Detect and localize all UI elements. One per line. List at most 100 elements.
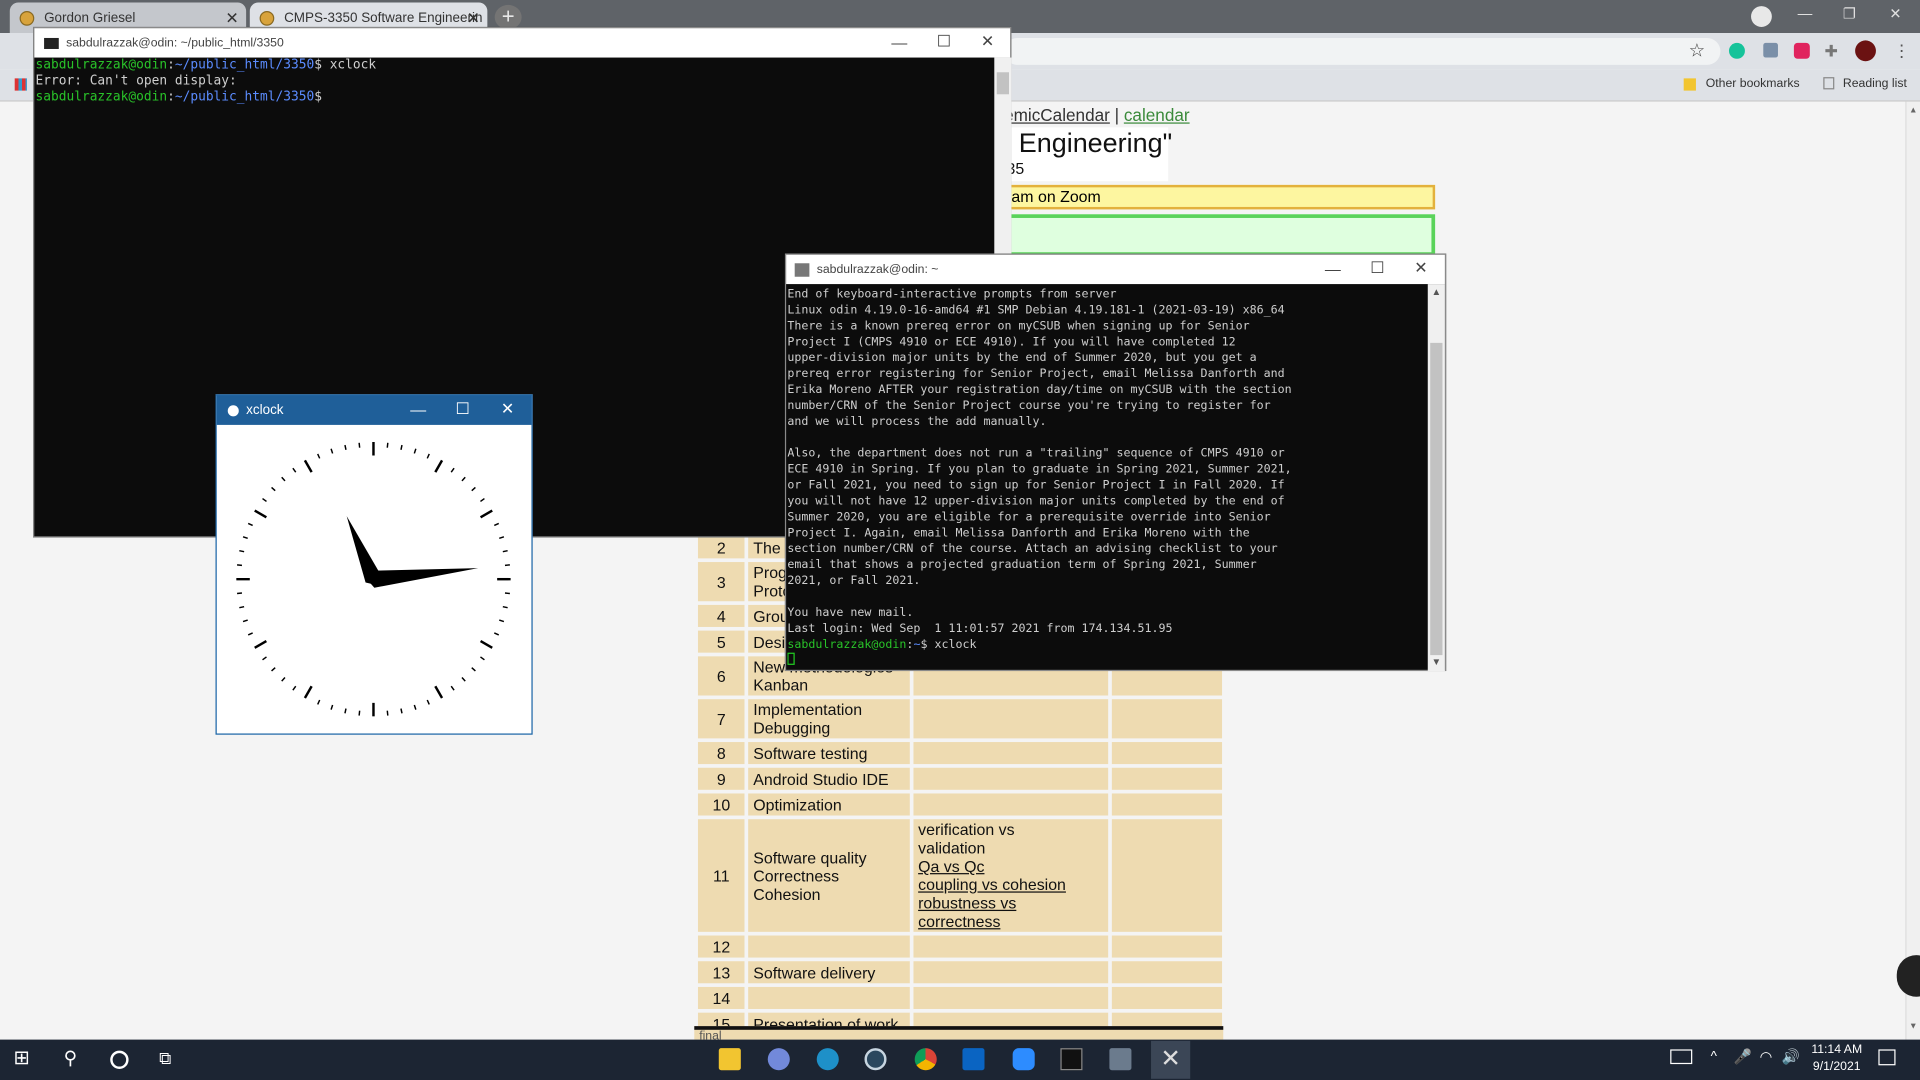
avatar[interactable] (1855, 40, 1876, 62)
terminal-line: Error: Can't open display: (35, 73, 237, 89)
clock-tick (400, 708, 403, 714)
note-text: verification vs (918, 820, 1015, 839)
clock-tick (413, 704, 417, 710)
maximize-icon[interactable]: ☐ (456, 399, 470, 419)
xming-taskbar-icon[interactable]: ✕ (1151, 1040, 1191, 1079)
scroll-thumb[interactable] (1430, 342, 1443, 656)
week-number: 2 (697, 536, 745, 559)
close-icon[interactable]: ✕ (981, 32, 994, 52)
week-topic: Software delivery (748, 961, 910, 984)
outlook-icon[interactable] (962, 1048, 985, 1071)
windows-start-icon[interactable]: ⊞ (13, 1046, 35, 1069)
week-notes (913, 767, 1108, 790)
close-icon[interactable]: ✕ (1414, 258, 1427, 278)
steam-icon[interactable] (864, 1048, 887, 1071)
keyboard-icon[interactable] (1670, 1049, 1693, 1065)
cortana-icon[interactable] (110, 1050, 129, 1069)
notifications-icon[interactable] (1878, 1049, 1896, 1066)
putty-scrollbar[interactable]: ▲ ▼ (1427, 284, 1445, 672)
clock-tick (330, 448, 334, 454)
extensions-puzzle-icon[interactable]: ✚ (1825, 42, 1838, 62)
taskbar-clock[interactable]: 11:14 AM 9/1/2021 (1805, 1042, 1869, 1076)
clock-tick (504, 564, 510, 567)
terminal-titlebar[interactable]: sabdulrazzak@odin: ~/public_html/3350 — … (34, 28, 1011, 58)
extension-icon[interactable] (1763, 42, 1778, 58)
clock-tick (493, 632, 500, 636)
week-number: 9 (697, 767, 745, 790)
extension-icon[interactable] (1793, 42, 1810, 59)
minimize-icon[interactable]: — (1325, 260, 1341, 278)
window-title: sabdulrazzak@odin: ~ (816, 262, 939, 277)
clock-tick (317, 699, 321, 705)
file-explorer-icon[interactable] (718, 1048, 741, 1071)
note-link[interactable]: robustness vs correctness (918, 894, 1103, 931)
clock-tick (386, 442, 389, 448)
profile-download-icon[interactable] (1751, 6, 1772, 27)
close-tab-icon[interactable]: ✕ (225, 9, 238, 29)
apps-grid-icon[interactable] (14, 78, 27, 91)
command-text: xclock (329, 57, 377, 73)
terminal-output[interactable]: sabdulrazzak@odin:~/public_html/3350$ xc… (36, 58, 994, 106)
terminal-line: sabdulrazzak@odin:~/public_html/3350$ (35, 89, 322, 105)
maximize-icon[interactable]: ☐ (1370, 258, 1384, 278)
prompt-user: sabdulrazzak@odin (35, 89, 168, 105)
clock-tick (303, 685, 313, 699)
clock-tick (247, 522, 253, 527)
minimize-icon[interactable]: — (1798, 5, 1813, 22)
note-link[interactable]: coupling vs cohesion (918, 876, 1103, 894)
microphone-icon[interactable]: 🎤 (1734, 1048, 1752, 1065)
menu-kebab-icon[interactable]: ⋮ (1893, 40, 1910, 61)
clock-tick (281, 676, 286, 682)
minimize-icon[interactable]: — (891, 33, 907, 51)
putty-taskbar-icon[interactable] (1109, 1048, 1132, 1071)
green-notice-box (1001, 214, 1436, 256)
wifi-icon[interactable]: ◠ (1760, 1048, 1773, 1065)
putty-output[interactable]: End of keyboard-interactive prompts from… (787, 287, 1426, 670)
search-icon[interactable]: ⚲ (64, 1047, 86, 1069)
clock-tick (262, 656, 267, 661)
window-title: sabdulrazzak@odin: ~/public_html/3350 (66, 36, 284, 50)
academic-calendar-link[interactable]: emicCalendar (1004, 105, 1110, 125)
restore-icon[interactable]: ❐ (1843, 5, 1856, 22)
task-view-icon[interactable]: ⧉ (159, 1048, 181, 1070)
table-row: 10 Optimization (697, 793, 1223, 816)
putty-titlebar[interactable]: sabdulrazzak@odin: ~ — ☐ ✕ (786, 254, 1445, 285)
zoom-notice: am on Zoom (1001, 184, 1436, 210)
chrome-icon[interactable] (914, 1048, 937, 1071)
week-number: 4 (697, 604, 745, 627)
reading-list[interactable]: Reading list (1843, 77, 1907, 90)
chevron-up-icon[interactable]: ^ (1711, 1048, 1717, 1065)
calendar-link[interactable]: calendar (1124, 105, 1190, 125)
clock-tick (426, 453, 430, 459)
xclock-titlebar[interactable]: xclock — ☐ ✕ (216, 395, 532, 425)
minimize-icon[interactable]: — (410, 400, 426, 418)
clock-tick (499, 619, 505, 623)
week-extra (1111, 793, 1223, 816)
week-notes (913, 986, 1108, 1009)
close-icon[interactable]: ✕ (501, 399, 514, 419)
clock-tick (386, 710, 389, 716)
week-extra (1111, 935, 1223, 958)
edge-icon[interactable] (816, 1048, 839, 1071)
discord-icon[interactable] (767, 1048, 790, 1071)
volume-icon[interactable]: 🔊 (1782, 1048, 1800, 1065)
maximize-icon[interactable]: ☐ (937, 32, 951, 52)
scroll-thumb[interactable] (996, 72, 1009, 95)
grammarly-extension-icon[interactable] (1728, 42, 1745, 59)
clock-tick (434, 685, 444, 699)
address-bar[interactable] (1004, 37, 1721, 65)
note-link[interactable]: Qa vs Qc (918, 857, 1103, 875)
clock-time: 11:14 AM (1811, 1043, 1863, 1057)
prompt-path: ~/public_html/3350 (174, 57, 315, 73)
header-links: emicCalendar | calendar (1004, 105, 1190, 125)
close-window-icon[interactable]: ✕ (1889, 5, 1901, 22)
site-favicon-icon (19, 10, 35, 26)
new-tab-button[interactable]: + (494, 4, 522, 30)
clock-tick (317, 453, 321, 459)
zoom-icon[interactable] (1012, 1048, 1035, 1071)
bookmark-star-icon[interactable]: ☆ (1689, 39, 1705, 61)
close-tab-icon[interactable]: ✕ (467, 9, 480, 29)
page-scrollbar[interactable]: ▲ ▼ (1905, 101, 1920, 1040)
other-bookmarks[interactable]: Other bookmarks (1706, 77, 1800, 90)
terminal-taskbar-icon[interactable] (1060, 1048, 1083, 1071)
